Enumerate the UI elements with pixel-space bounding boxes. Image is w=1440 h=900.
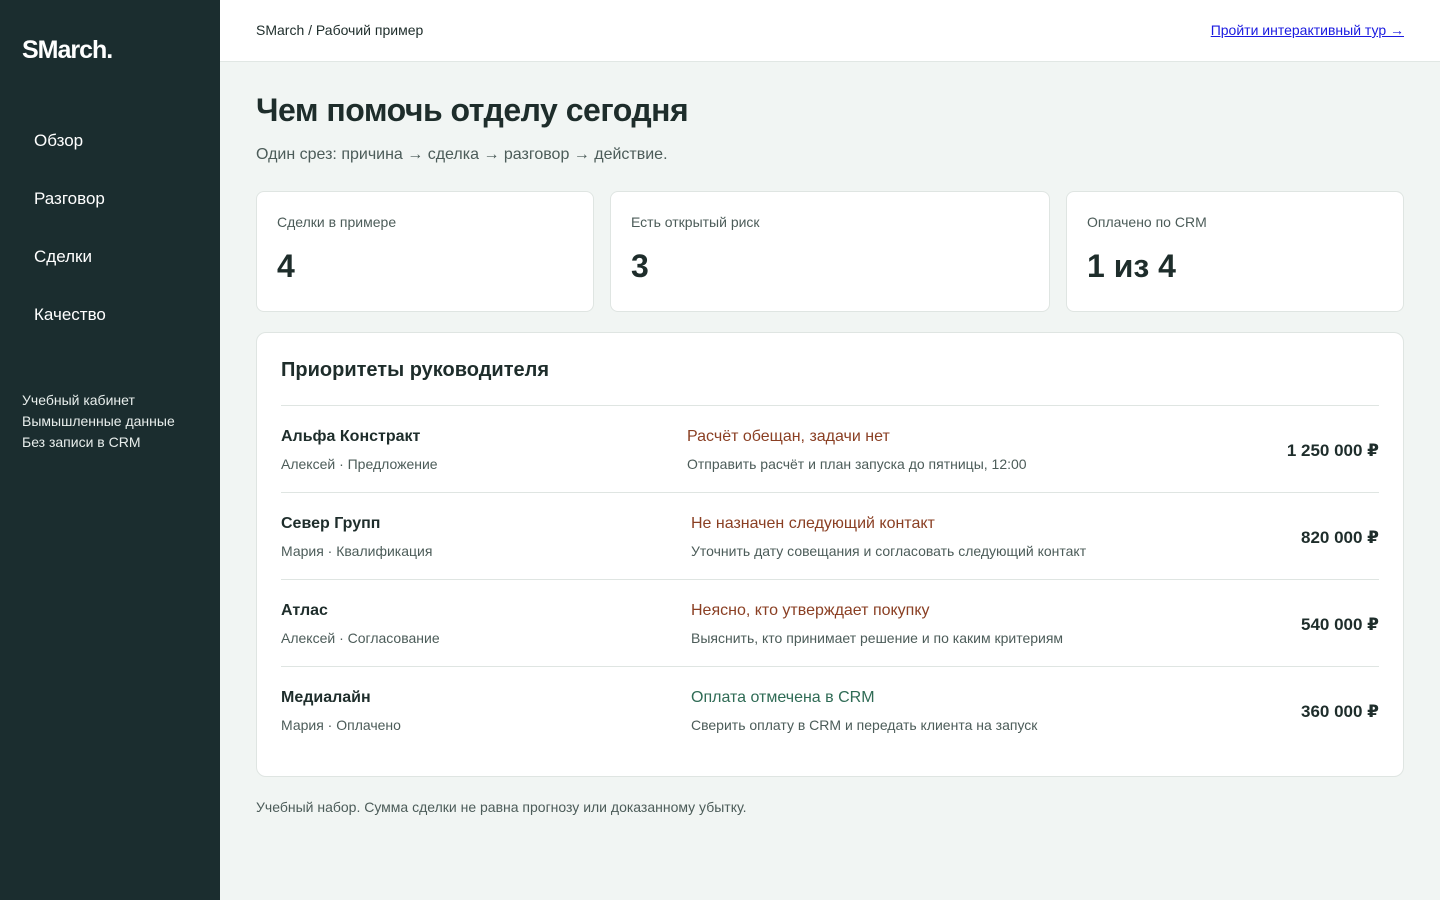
deal-issue: Неясно, кто утверждает покупку bbox=[691, 602, 930, 619]
priority-row[interactable]: Медиалайн Мария · Оплачено Оплата отмече… bbox=[281, 666, 1379, 753]
footnote: Учебный набор. Сумма сделки не равна про… bbox=[256, 799, 747, 815]
sidebar-notes: Учебный кабинет Вымышленные данные Без з… bbox=[22, 390, 175, 453]
deal-meta: Мария · Оплачено bbox=[281, 717, 401, 733]
deal-amount: 1 250 000 ₽ bbox=[1286, 441, 1379, 460]
deal-action: Выяснить, кто принимает решение и по как… bbox=[691, 630, 1064, 646]
deal-issue: Не назначен следующий контакт bbox=[691, 515, 935, 532]
deal-issue: Расчёт обещан, задачи нет bbox=[687, 428, 890, 445]
sidebar-note: Без записи в CRM bbox=[22, 434, 141, 450]
deal-name: Атлас bbox=[281, 602, 328, 619]
sidebar-item-deals[interactable]: Сделки bbox=[34, 244, 106, 302]
stat-card-open-risk: Есть открытый риск 3 bbox=[610, 191, 1050, 312]
sidebar-item-quality[interactable]: Качество bbox=[34, 302, 106, 360]
deal-name: Север Групп bbox=[281, 515, 381, 532]
deal-issue: Оплата отмечена в CRM bbox=[691, 689, 875, 706]
page-title: Чем помочь отделу сегодня bbox=[256, 92, 689, 128]
sidebar-nav: Обзор Разговор Сделки Качество bbox=[34, 128, 106, 360]
priorities-list: Альфа Констракт Алексей · Предложение Ра… bbox=[281, 405, 1379, 753]
priority-row[interactable]: Север Групп Мария · Квалификация Не назн… bbox=[281, 492, 1379, 579]
priority-row[interactable]: Атлас Алексей · Согласование Неясно, кто… bbox=[281, 579, 1379, 666]
stat-card-paid: Оплачено по CRM 1 из 4 bbox=[1066, 191, 1404, 312]
deal-name: Альфа Констракт bbox=[281, 428, 421, 445]
sidebar: SMarch. Обзор Разговор Сделки Качество У… bbox=[0, 0, 220, 900]
deal-action: Уточнить дату совещания и согласовать сл… bbox=[691, 543, 1087, 559]
deal-meta: Алексей · Предложение bbox=[281, 456, 438, 472]
sidebar-item-overview[interactable]: Обзор bbox=[34, 128, 106, 186]
deal-meta: Алексей · Согласование bbox=[281, 630, 440, 646]
stat-label: Есть открытый риск bbox=[631, 214, 760, 230]
deal-action: Сверить оплату в CRM и передать клиента … bbox=[691, 717, 1038, 733]
app-logo[interactable]: SMarch. bbox=[22, 36, 113, 65]
sidebar-note: Учебный кабинет bbox=[22, 392, 135, 408]
deal-action: Отправить расчёт и план запуска до пятни… bbox=[687, 456, 1027, 472]
stat-label: Оплачено по CRM bbox=[1087, 214, 1207, 230]
priorities-title: Приоритеты руководителя bbox=[281, 359, 550, 381]
breadcrumb: SMarch / Рабочий пример bbox=[256, 22, 424, 38]
priority-row[interactable]: Альфа Констракт Алексей · Предложение Ра… bbox=[281, 405, 1379, 492]
stat-value: 4 bbox=[277, 248, 295, 284]
deal-meta: Мария · Квалификация bbox=[281, 543, 433, 559]
stat-value: 1 из 4 bbox=[1087, 248, 1176, 284]
stat-value: 3 bbox=[631, 248, 649, 284]
top-bar: SMarch / Рабочий пример Пройти интеракти… bbox=[220, 0, 1440, 62]
page-subtitle: Один срез: причина → сделка → разговор →… bbox=[256, 146, 668, 163]
stat-card-deals: Сделки в примере 4 bbox=[256, 191, 594, 312]
deal-amount: 820 000 ₽ bbox=[1300, 528, 1379, 547]
sidebar-note: Вымышленные данные bbox=[22, 413, 175, 429]
interactive-tour-link[interactable]: Пройти интерактивный тур → bbox=[1211, 22, 1404, 38]
deal-name: Медиалайн bbox=[281, 689, 371, 706]
sidebar-item-conversation[interactable]: Разговор bbox=[34, 186, 106, 244]
stat-label: Сделки в примере bbox=[277, 214, 397, 230]
deal-amount: 360 000 ₽ bbox=[1300, 702, 1379, 721]
deal-amount: 540 000 ₽ bbox=[1300, 615, 1379, 634]
priorities-panel: Приоритеты руководителя Альфа Констракт … bbox=[256, 332, 1404, 777]
